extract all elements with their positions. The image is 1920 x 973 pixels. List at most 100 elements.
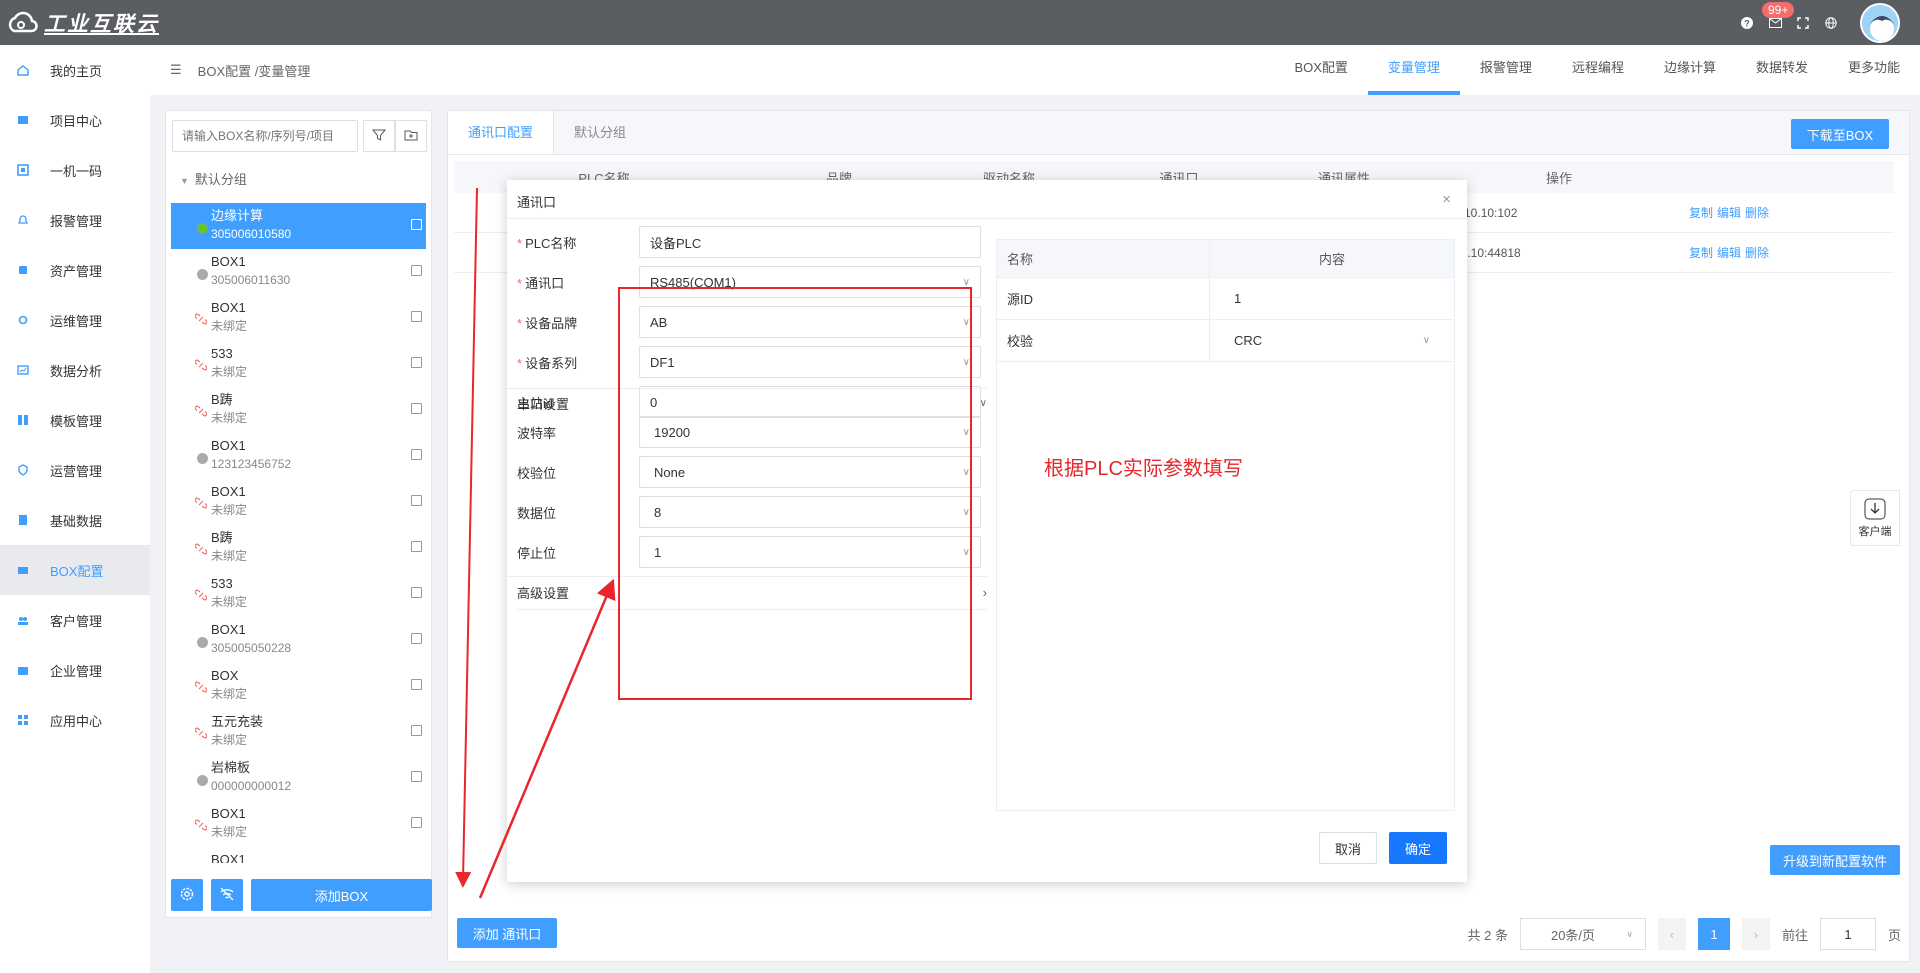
- device-name: B踌: [211, 392, 233, 407]
- sidebar-item[interactable]: 报警管理: [0, 195, 150, 245]
- menu-toggle-icon[interactable]: ☰: [170, 62, 182, 78]
- property-value[interactable]: CRC ∨: [1210, 320, 1454, 361]
- device-item[interactable]: 五元充装 未绑定: [171, 709, 426, 755]
- header-tab[interactable]: 报警管理: [1460, 45, 1552, 95]
- device-item[interactable]: BOX1未绑定: [171, 295, 426, 341]
- sidebar-item[interactable]: 应用中心: [0, 695, 150, 745]
- device-item[interactable]: 边缘计算 305006010580: [171, 203, 426, 249]
- copy-icon[interactable]: [411, 725, 422, 736]
- sidebar-item[interactable]: 项目中心: [0, 95, 150, 145]
- device-name: 五元充装: [211, 714, 264, 729]
- row-action-link[interactable]: 编辑: [1717, 246, 1741, 260]
- sidebar-item[interactable]: 基础数据: [0, 495, 150, 545]
- add-folder-button[interactable]: [395, 120, 427, 152]
- header-tab[interactable]: 更多功能: [1828, 45, 1920, 95]
- sidebar-item[interactable]: 数据分析: [0, 345, 150, 395]
- bell-icon: [16, 213, 30, 227]
- prev-page-button[interactable]: ‹: [1657, 918, 1686, 950]
- ok-button[interactable]: 确定: [1389, 832, 1447, 864]
- copy-icon[interactable]: [411, 817, 422, 828]
- copy-icon[interactable]: [411, 771, 422, 782]
- copy-icon[interactable]: [411, 449, 422, 460]
- device-item[interactable]: BOX 未绑定: [171, 663, 426, 709]
- property-name: 源ID: [997, 278, 1210, 319]
- copy-icon[interactable]: [411, 633, 422, 644]
- upgrade-button[interactable]: 升级到新配置软件: [1770, 845, 1900, 875]
- download-to-box-button[interactable]: 下载至BOX: [1791, 119, 1889, 149]
- copy-icon[interactable]: [411, 541, 422, 552]
- page-suffix: 页: [1887, 927, 1901, 943]
- status-offline-icon: [197, 453, 208, 464]
- copy-icon[interactable]: [411, 219, 422, 230]
- device-item[interactable]: 533 未绑定: [171, 341, 426, 387]
- help-icon[interactable]: ?: [1740, 16, 1754, 30]
- add-box-button[interactable]: 添加BOX: [251, 879, 432, 911]
- copy-icon[interactable]: [411, 311, 422, 322]
- sidebar-item[interactable]: 我的主页: [0, 45, 150, 95]
- settings-button[interactable]: [171, 879, 203, 911]
- device-search-input[interactable]: [172, 120, 358, 152]
- row-action-link[interactable]: 编辑: [1717, 206, 1741, 220]
- copy-icon[interactable]: [411, 265, 422, 276]
- row-action-link[interactable]: 删除: [1745, 246, 1769, 260]
- sidebar-item[interactable]: 企业管理: [0, 645, 150, 695]
- cancel-button[interactable]: 取消: [1319, 832, 1377, 864]
- goto-page-input[interactable]: 1: [1819, 918, 1876, 950]
- close-icon[interactable]: ×: [1442, 191, 1451, 208]
- globe-icon[interactable]: [1824, 16, 1838, 30]
- main-tab[interactable]: 默认分组: [554, 111, 646, 154]
- sidebar-item[interactable]: 一机一码: [0, 145, 150, 195]
- device-item[interactable]: BOX1未绑定: [171, 479, 426, 525]
- next-page-button[interactable]: ›: [1741, 918, 1770, 950]
- copy-icon[interactable]: [411, 679, 422, 690]
- device-item[interactable]: 岩棉板 000000000012: [171, 755, 426, 801]
- copy-icon[interactable]: [411, 357, 422, 368]
- header-tab[interactable]: 远程编程: [1552, 45, 1644, 95]
- header-tab[interactable]: 边缘计算: [1644, 45, 1736, 95]
- row-action-link[interactable]: 删除: [1745, 206, 1769, 220]
- header-tab[interactable]: BOX配置: [1274, 45, 1367, 95]
- page-number[interactable]: 1: [1697, 918, 1730, 950]
- main-tab[interactable]: 通讯口配置: [448, 111, 555, 154]
- page-size-select[interactable]: 20条/页 ∨: [1519, 918, 1646, 950]
- sidebar-item[interactable]: 运营管理: [0, 445, 150, 495]
- device-item[interactable]: BOX1 305006011630: [171, 249, 426, 295]
- sidebar-item-label: 一机一码: [50, 163, 103, 179]
- device-serial: 未绑定: [211, 595, 248, 609]
- sidebar-item[interactable]: 资产管理: [0, 245, 150, 295]
- device-item[interactable]: 533 未绑定: [171, 571, 426, 617]
- wifi-off-button[interactable]: [211, 879, 243, 911]
- app-title: 工业互联云: [44, 12, 159, 36]
- copy-icon[interactable]: [411, 403, 422, 414]
- group-title[interactable]: ▼ 默认分组: [180, 169, 247, 188]
- logo[interactable]: 工业互联云: [0, 8, 159, 38]
- copy-icon[interactable]: [411, 495, 422, 506]
- device-item[interactable]: BOX1 305005050228: [171, 617, 426, 663]
- add-port-button[interactable]: 添加 通讯口: [457, 918, 557, 948]
- user-avatar[interactable]: [1860, 2, 1900, 43]
- fullscreen-icon[interactable]: [1796, 16, 1810, 30]
- device-item[interactable]: B踌 未绑定: [171, 525, 426, 571]
- row-action-link[interactable]: 复制: [1689, 246, 1713, 260]
- device-item[interactable]: BOX1 123123456752: [171, 433, 426, 479]
- header-tab[interactable]: 变量管理: [1367, 45, 1460, 95]
- device-item[interactable]: BOX1未绑定: [171, 801, 426, 847]
- device-item[interactable]: BOX1未绑定: [171, 847, 426, 863]
- property-value[interactable]: 1: [1210, 278, 1454, 319]
- mail-icon[interactable]: 99+: [1762, 1, 1795, 30]
- client-download-button[interactable]: 客户端: [1850, 490, 1900, 546]
- notification-badge: 99+: [1762, 1, 1795, 18]
- row-action-link[interactable]: 复制: [1689, 206, 1713, 220]
- sidebar-item[interactable]: 模板管理: [0, 395, 150, 445]
- header-tab[interactable]: 数据转发: [1736, 45, 1828, 95]
- filter-button[interactable]: [363, 120, 395, 152]
- sidebar-item[interactable]: BOX配置: [0, 545, 150, 595]
- breadcrumb: ☰ BOX配置 /变量管理: [150, 61, 310, 80]
- sidebar-item[interactable]: 客户管理: [0, 595, 150, 645]
- copy-icon[interactable]: [411, 587, 422, 598]
- wrench-icon: [16, 313, 30, 327]
- property-table: 名称 内容 源ID 1 校验 CRC ∨: [996, 239, 1455, 811]
- field-input[interactable]: 设备PLC: [639, 226, 981, 258]
- device-item[interactable]: B踌 未绑定: [171, 387, 426, 433]
- sidebar-item[interactable]: 运维管理: [0, 295, 150, 345]
